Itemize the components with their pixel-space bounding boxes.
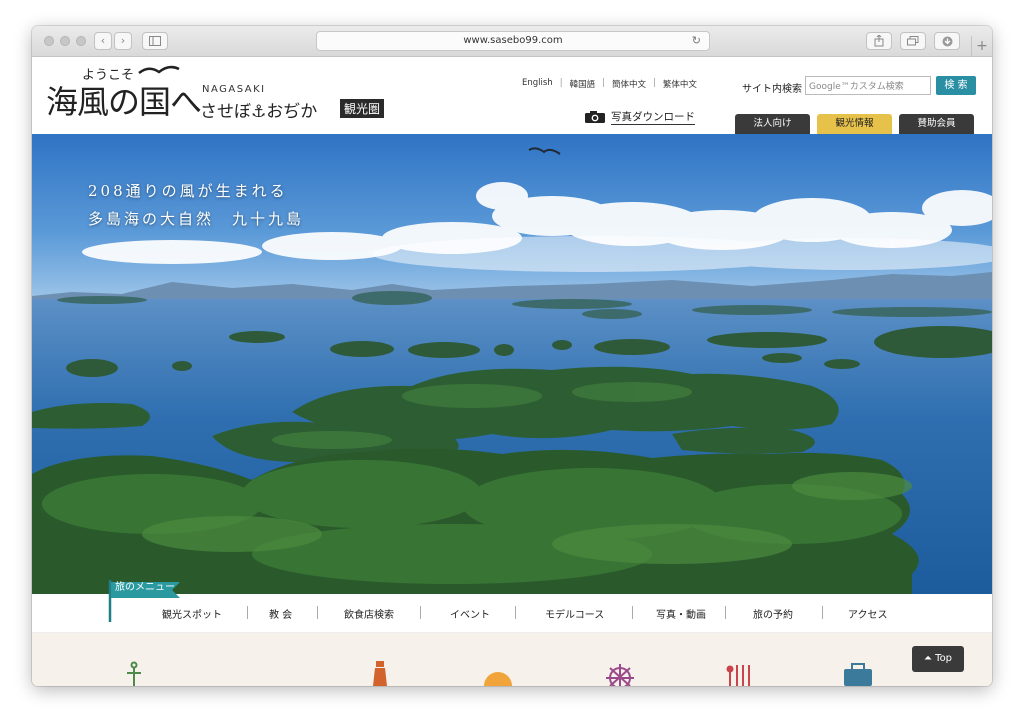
maximize-window-button[interactable] bbox=[76, 36, 86, 46]
lang-english[interactable]: English bbox=[522, 78, 553, 90]
back-button[interactable]: ‹ bbox=[94, 32, 112, 50]
forward-button[interactable]: › bbox=[114, 32, 132, 50]
minimize-window-button[interactable] bbox=[60, 36, 70, 46]
menu-divider bbox=[632, 606, 633, 619]
menu-item-restaurant-search[interactable]: 飲食店検索 bbox=[344, 606, 394, 621]
menu-item-access[interactable]: アクセス bbox=[848, 606, 888, 621]
suitcase-icon bbox=[844, 663, 872, 686]
menu-item-churches[interactable]: 教 会 bbox=[269, 606, 292, 621]
seagull-icon bbox=[138, 65, 180, 75]
site-header: ようこそ 海風の国へ NAGASAKI させぼ⚓おぢか 観光圏 English |… bbox=[32, 57, 992, 134]
hero-caption-line1: 208通りの風が生まれる bbox=[88, 182, 288, 200]
address-bar[interactable]: www.sasebo99.com ↻ bbox=[316, 31, 710, 51]
menu-divider bbox=[420, 606, 421, 619]
sunset-icon bbox=[484, 672, 512, 686]
menu-item-sightseeing-spots[interactable]: 観光スポット bbox=[162, 606, 222, 621]
menu-divider bbox=[317, 606, 318, 619]
photo-download-label: 写真ダウンロード bbox=[611, 111, 695, 125]
lighthouse-icon bbox=[373, 661, 387, 686]
cutlery-icon bbox=[726, 665, 750, 686]
back-to-top-label: Top bbox=[935, 653, 953, 664]
browser-toolbar: ‹ › www.sasebo99.com ↻ + bbox=[32, 26, 992, 57]
reload-icon[interactable]: ↻ bbox=[692, 32, 701, 50]
site-search-input[interactable]: Google™カスタム検索 bbox=[805, 76, 931, 95]
download-icon bbox=[942, 36, 952, 47]
chevron-left-icon: ‹ bbox=[100, 34, 106, 47]
logo-region: NAGASAKI bbox=[202, 84, 266, 95]
camera-icon bbox=[585, 111, 605, 123]
logo-badge: 観光圏 bbox=[340, 99, 385, 118]
site-search-label: サイト内検索 bbox=[742, 84, 802, 95]
sidebar-icon bbox=[149, 36, 161, 46]
share-icon bbox=[874, 34, 884, 47]
tabs-button[interactable] bbox=[900, 32, 926, 50]
close-window-button[interactable] bbox=[44, 36, 54, 46]
new-tab-button[interactable]: + bbox=[971, 36, 992, 56]
category-icons bbox=[127, 661, 872, 686]
arrow-up-icon: ⏶ bbox=[923, 653, 932, 664]
url-text: www.sasebo99.com bbox=[463, 35, 563, 46]
site-logo[interactable]: 海風の国へ bbox=[46, 77, 202, 123]
tabs-icon bbox=[907, 36, 919, 46]
downloads-button[interactable] bbox=[934, 32, 960, 50]
language-switcher: English | 韓国語 | 簡体中文 | 繁体中文 bbox=[522, 78, 697, 90]
menu-item-photos-videos[interactable]: 写真・動画 bbox=[656, 606, 706, 621]
back-to-top-button[interactable]: ⏶ Top bbox=[912, 646, 964, 672]
kujukushima-islands-photo bbox=[32, 134, 992, 594]
ship-wheel-icon bbox=[606, 664, 634, 686]
anchor-icon bbox=[127, 661, 141, 686]
photo-download-link[interactable]: 写真ダウンロード bbox=[584, 109, 695, 125]
lang-traditional-chinese[interactable]: 繁体中文 bbox=[663, 78, 697, 90]
menu-divider bbox=[822, 606, 823, 619]
tab-corporate[interactable]: 法人向け bbox=[735, 114, 810, 134]
travel-menu-flag-label: 旅のメニュー bbox=[115, 582, 175, 593]
lang-simplified-chinese[interactable]: 簡体中文 bbox=[612, 78, 646, 90]
menu-divider bbox=[515, 606, 516, 619]
lang-korean[interactable]: 韓国語 bbox=[570, 78, 596, 90]
menu-divider bbox=[725, 606, 726, 619]
tab-supporting-members[interactable]: 賛助会員 bbox=[899, 114, 974, 134]
travel-menu-bar: 旅のメニュー 観光スポット 教 会 飲食店検索 イベント モデルコース 写真・動… bbox=[32, 580, 992, 633]
tab-tourism-info[interactable]: 観光情報 bbox=[817, 114, 892, 134]
menu-item-model-courses[interactable]: モデルコース bbox=[545, 606, 604, 621]
menu-item-travel-booking[interactable]: 旅の予約 bbox=[753, 606, 793, 621]
sidebar-button[interactable] bbox=[142, 32, 168, 50]
share-button[interactable] bbox=[866, 32, 892, 50]
menu-divider bbox=[247, 606, 248, 619]
chevron-right-icon: › bbox=[120, 34, 126, 47]
logo-name: させぼ⚓おぢか bbox=[200, 102, 318, 122]
menu-item-events[interactable]: イベント bbox=[450, 606, 490, 621]
category-icons-row bbox=[32, 633, 992, 686]
search-button[interactable]: 検 索 bbox=[936, 76, 976, 95]
hero-image: 208通りの風が生まれる 多島海の大自然 九十九島 bbox=[32, 134, 992, 594]
hero-caption-line2: 多島海の大自然 九十九島 bbox=[88, 210, 305, 228]
browser-window: ‹ › www.sasebo99.com ↻ + ようこそ 海風の国へ NAGA… bbox=[32, 26, 992, 686]
